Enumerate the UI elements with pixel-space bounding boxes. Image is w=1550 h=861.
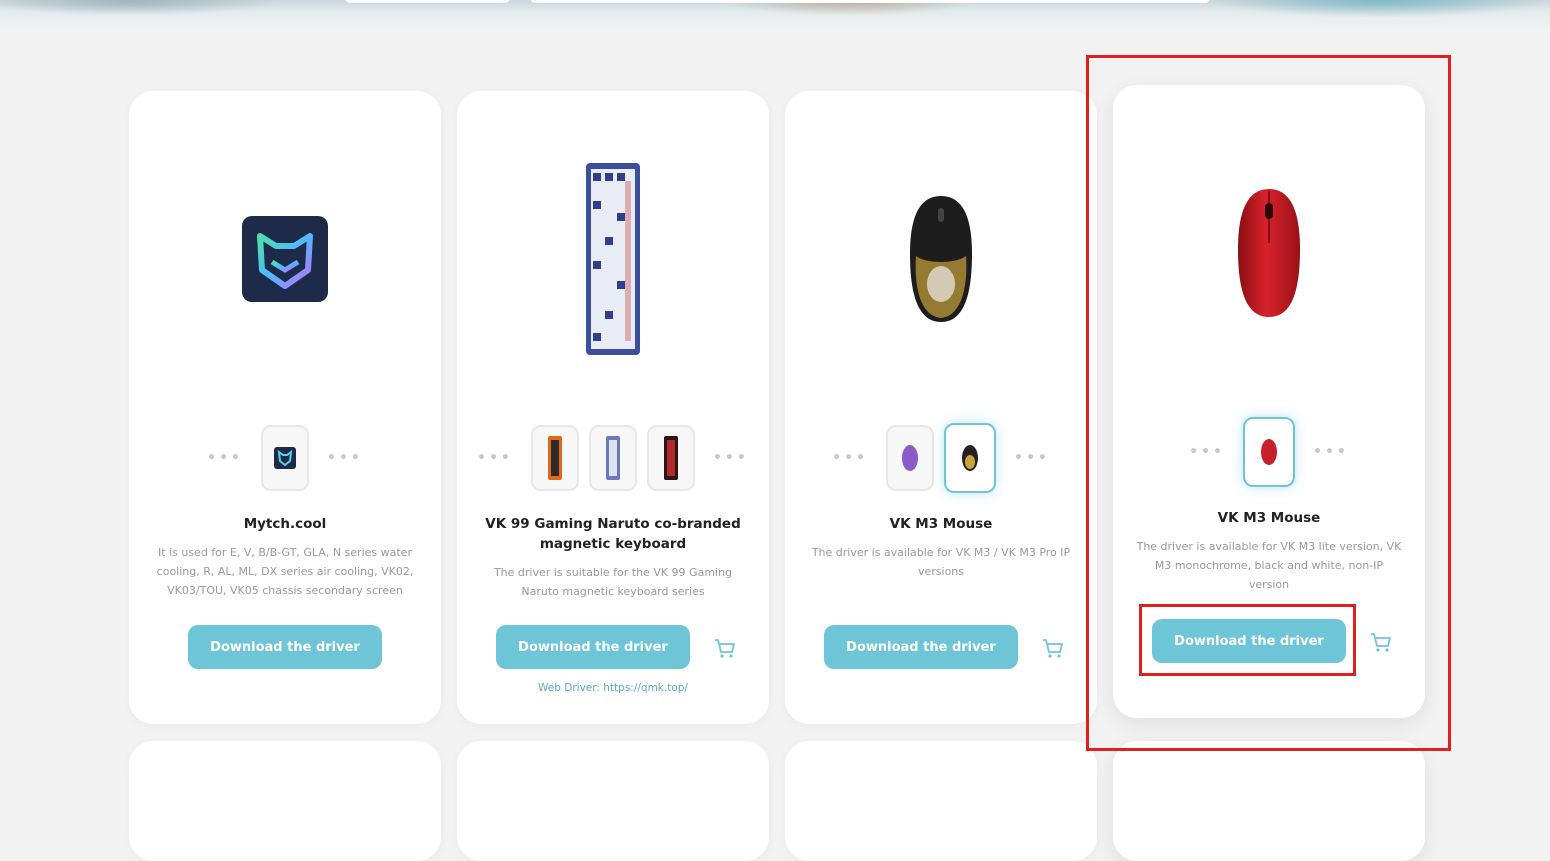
banner-search-bar[interactable] [530,0,1210,3]
download-driver-button[interactable]: Download the driver [188,625,382,669]
top-banner [0,0,1550,30]
mouse-icon [962,445,978,471]
product-card-mytch: ••• ••• Mytch.cool It is used for E, V, … [129,91,441,724]
variant-thumb-red[interactable] [1243,417,1295,487]
cart-icon[interactable] [1369,631,1393,653]
cart-icon[interactable] [1041,637,1065,659]
product-image [457,149,769,369]
product-image [1113,143,1425,363]
prev-dots[interactable]: ••• [477,450,513,466]
next-dots[interactable]: ••• [1313,444,1349,460]
variant-thumb-black[interactable] [944,423,996,493]
variant-thumb-red[interactable] [647,425,695,491]
product-card-row2 [785,741,1097,861]
product-description: It is used for E, V, B/B-GT, GLA, N seri… [156,546,414,597]
variant-thumb-blue[interactable] [589,425,637,491]
web-driver-link[interactable]: Web Driver: https://qmk.top/ [457,682,769,694]
red-mouse-icon [1238,189,1300,317]
download-driver-button[interactable]: Download the driver [1152,619,1346,663]
cart-icon[interactable] [713,637,737,659]
product-title: VK 99 Gaming Naruto co-branded magnetic … [485,516,741,552]
keyboard-icon [548,436,562,480]
product-card-vk99-naruto: ••• ••• VK 99 Gaming Naruto co-branded m… [457,91,769,724]
next-dots[interactable]: ••• [1014,450,1050,466]
banner-pill[interactable] [345,0,510,3]
product-card-vk-m3: ••• ••• VK M3 Mouse The driver is availa… [785,91,1097,724]
mytch-logo-icon [242,216,328,302]
variant-thumb-purple[interactable] [886,425,934,491]
download-driver-button[interactable]: Download the driver [496,625,690,669]
product-description: The driver is available for VK M3 / VK M… [811,546,1071,578]
keyboard-icon [586,163,640,355]
prev-dots[interactable]: ••• [832,450,868,466]
product-title: VK M3 Mouse [889,516,993,532]
product-card-vk-m3-lite: ••• ••• VK M3 Mouse The driver is availa… [1113,85,1425,718]
mouse-icon [902,445,918,471]
product-description: The driver is suitable for the VK 99 Gam… [493,566,733,598]
product-title: VK M3 Mouse [1217,510,1321,526]
mytch-logo-icon [274,447,296,469]
variant-thumb-orange[interactable] [531,425,579,491]
next-dots[interactable]: ••• [713,450,749,466]
variant-selector: ••• ••• [785,423,1097,493]
product-description: The driver is available for VK M3 lite v… [1136,540,1402,591]
next-dots[interactable]: ••• [327,450,363,466]
variant-thumb[interactable] [261,425,309,491]
variant-selector: ••• ••• [1113,417,1425,487]
prev-dots[interactable]: ••• [1189,444,1225,460]
product-image [129,149,441,369]
mouse-icon [910,196,972,322]
download-driver-button[interactable]: Download the driver [824,625,1018,669]
product-title: Mytch.cool [243,516,327,532]
product-card-row2 [1113,741,1425,861]
product-image [785,149,1097,369]
product-card-row2 [129,741,441,861]
red-mouse-icon [1261,439,1277,465]
variant-selector: ••• ••• [457,423,769,493]
prev-dots[interactable]: ••• [207,450,243,466]
product-card-row2 [457,741,769,861]
variant-selector: ••• ••• [129,423,441,493]
keyboard-icon [606,436,620,480]
keyboard-icon [664,436,678,480]
